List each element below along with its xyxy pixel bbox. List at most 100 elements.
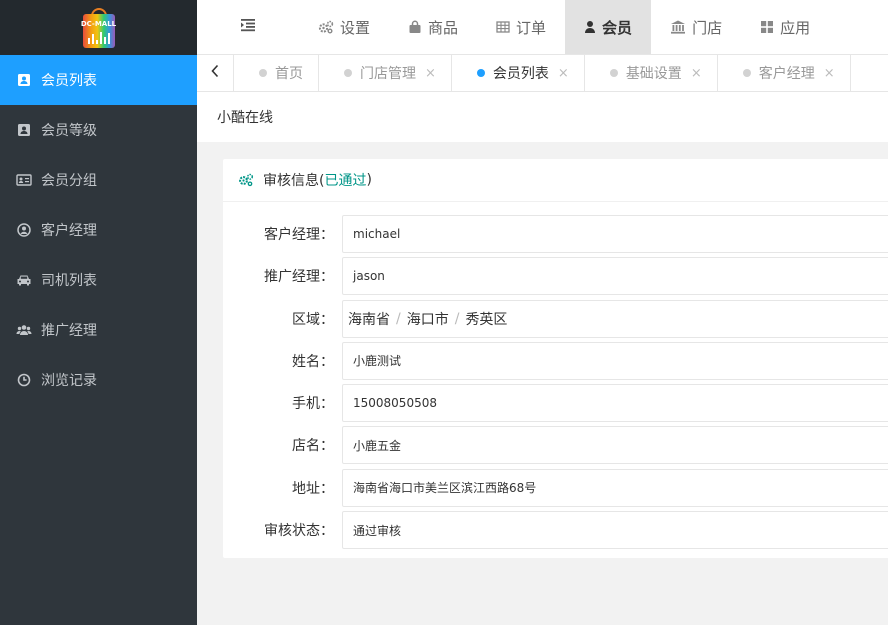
clock-icon [16,372,32,388]
nav-item-label: 会员 [602,18,633,37]
nav-item-label: 订单 [516,18,547,37]
tab-close-icon[interactable]: × [691,66,702,81]
form-row-manager: 客户经理： michael [223,215,888,253]
nav-item-settings[interactable]: 设置 [299,0,389,54]
form-row-shop: 店名： 小鹿五金 [223,426,888,465]
audit-status-label: 审核状态： [264,523,334,540]
users-icon [16,322,32,338]
dc-mall-logo[interactable]: DC-MALL [80,7,117,48]
sidebar-toggle-button[interactable] [197,0,299,54]
tab-label: 基础设置 [625,66,682,82]
tab-member-list[interactable]: 会员列表 × [452,55,585,91]
form-row-name: 姓名： 小鹿测试 [223,341,888,380]
manager-field[interactable]: michael [342,215,888,253]
user-circle-icon [16,222,32,238]
table-icon [496,20,510,34]
grid-icon [760,20,774,34]
tab-label: 首页 [275,66,303,82]
region-cascader[interactable]: 海南省 / 海口市 / 秀英区 [342,299,888,338]
audit-status-badge: 已通过 [324,173,367,189]
sidebar-item-customer-manager[interactable]: 客户经理 [0,205,197,255]
sidebar-item-driver-list[interactable]: 司机列表 [0,255,197,305]
nav-item-label: 应用 [780,18,811,37]
logo-area: DC-MALL [0,0,197,55]
nav-item-stores[interactable]: 门店 [651,0,741,54]
region-district: 秀英区 [465,311,508,328]
breadcrumb: 小酷在线 [197,92,888,142]
group-card-icon [16,172,32,188]
gears-icon [238,173,254,187]
tab-basic-settings[interactable]: 基础设置 × [585,55,718,91]
nav-item-label: 商品 [428,18,459,37]
nav-item-label: 门店 [692,18,723,37]
sidebar-item-label: 推广经理 [41,323,97,339]
user-icon [584,20,596,34]
tab-bar: 首页 门店管理 × 会员列表 × 基础设置 × 客户经理 × [197,55,888,92]
sidebar-item-member-group[interactable]: 会员分组 [0,155,197,205]
nav-item-members[interactable]: 会员 [565,0,652,54]
member-card-icon [16,72,32,88]
tab-scroll-left-button[interactable] [197,55,234,91]
car-icon [16,272,32,288]
shop-name-field[interactable]: 小鹿五金 [342,426,888,465]
region-city: 海口市 [406,311,449,328]
gears-icon [318,20,334,34]
sidebar-item-promotion-manager[interactable]: 推广经理 [0,305,197,355]
region-separator: / [396,310,401,327]
breadcrumb-text: 小酷在线 [217,110,273,126]
sidebar-item-label: 客户经理 [41,223,97,239]
tab-close-icon[interactable]: × [824,66,835,81]
region-label: 区域： [292,311,334,328]
nav-item-orders[interactable]: 订单 [477,0,565,54]
sidebar-item-member-level[interactable]: 会员等级 [0,105,197,155]
nav-item-label: 设置 [340,18,371,37]
promoter-field[interactable]: jason [342,257,888,296]
address-label: 地址： [292,480,334,497]
nav-item-products[interactable]: 商品 [389,0,477,54]
chevron-left-icon [210,64,220,82]
tab-label: 门店管理 [360,66,416,82]
tab-label: 会员列表 [492,66,549,82]
form-row-promoter: 推广经理： jason [223,257,888,296]
tab-home[interactable]: 首页 [234,55,319,91]
audit-info-card: 审核信息(已通过) 客户经理： michael 推广经理： jason 区域： … [223,159,888,558]
sidebar: DC-MALL 会员列表 会员等级 会员分组 客户经理 司机列表 推广经理 浏览… [0,0,197,625]
phone-label: 手机： [292,396,334,413]
audit-form: 客户经理： michael 推广经理： jason 区域： 海南省 / 海口市 … [223,202,888,550]
form-row-region: 区域： 海南省 / 海口市 / 秀英区 [223,299,888,338]
promoter-label: 推广经理： [264,269,334,286]
sidebar-item-label: 会员列表 [41,73,97,89]
name-field[interactable]: 小鹿测试 [342,341,888,380]
sidebar-item-browse-history[interactable]: 浏览记录 [0,355,197,405]
bag-icon [408,20,422,34]
tab-store-management[interactable]: 门店管理 × [319,55,452,91]
top-nav: 设置 商品 订单 会员 门店 应用 [197,0,888,55]
region-province: 海南省 [348,311,390,328]
address-field[interactable]: 海南省海口市美兰区滨江西路68号 [342,468,888,507]
card-title-end: ) [366,172,372,188]
tab-close-icon[interactable]: × [425,66,436,81]
audit-status-field[interactable]: 通过审核 [342,511,888,550]
logo-text: DC-MALL [80,19,117,28]
sidebar-item-label: 会员分组 [41,173,97,189]
form-row-phone: 手机： 15008050508 [223,384,888,423]
tab-customer-manager[interactable]: 客户经理 × [718,55,851,91]
tab-status-dot [742,69,751,77]
sidebar-item-label: 浏览记录 [41,373,97,389]
phone-field[interactable]: 15008050508 [342,384,888,423]
sidebar-item-label: 司机列表 [41,273,97,289]
tab-close-icon[interactable]: × [558,66,569,81]
tab-status-dot [609,69,618,77]
form-row-address: 地址： 海南省海口市美兰区滨江西路68号 [223,468,888,507]
level-icon [16,122,32,138]
nav-item-apps[interactable]: 应用 [741,0,829,54]
region-separator: / [454,310,460,327]
name-label: 姓名： [292,353,334,370]
sidebar-item-member-list[interactable]: 会员列表 [0,55,197,105]
form-row-audit-status: 审核状态： 通过审核 [223,511,888,550]
sidebar-item-label: 会员等级 [41,123,97,139]
tab-status-dot [259,69,267,77]
tab-label: 客户经理 [758,66,815,82]
shop-label: 店名： [292,438,334,455]
card-title: 审核信息( [263,173,325,189]
